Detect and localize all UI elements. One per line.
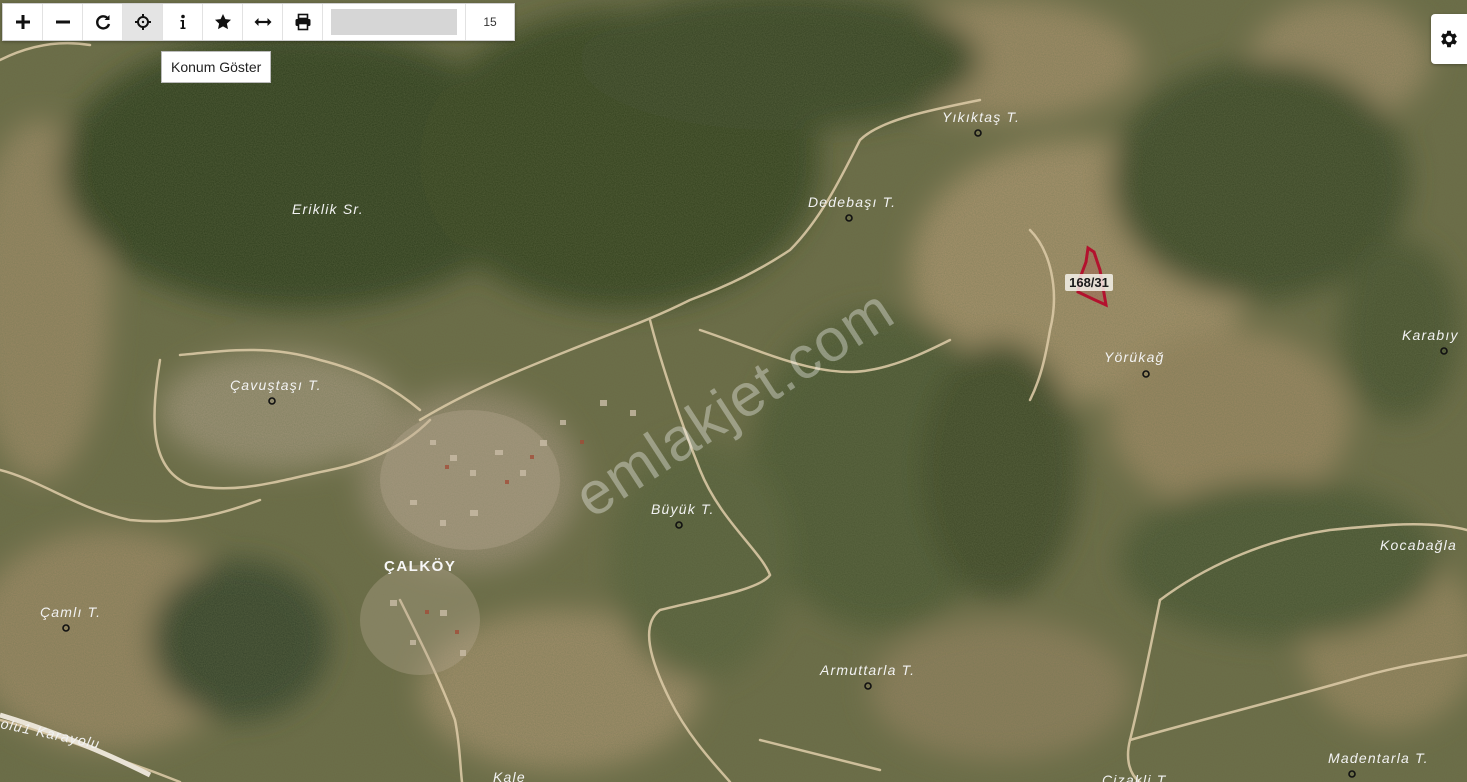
search-input[interactable] [331, 9, 457, 35]
label-madentarla: Madentarla T. [1328, 750, 1429, 766]
favorite-button[interactable] [203, 4, 243, 40]
refresh-button[interactable] [83, 4, 123, 40]
label-yikiktas: Yıkıktaş T. [942, 109, 1020, 125]
info-button[interactable] [163, 4, 203, 40]
measure-button[interactable] [243, 4, 283, 40]
refresh-icon [95, 15, 110, 30]
zoom-out-button[interactable] [43, 4, 83, 40]
zoom-level: 15 [465, 4, 514, 40]
gear-icon [1441, 30, 1457, 48]
label-eriklik: Eriklik Sr. [292, 201, 364, 217]
crosshair-icon [134, 14, 151, 30]
label-yorukag: Yörükağ [1104, 349, 1165, 365]
printer-icon [295, 13, 310, 31]
print-button[interactable] [283, 4, 323, 40]
label-cizakli: Çizakli T. [1102, 772, 1170, 782]
locate-tooltip: Konum Göster [161, 51, 272, 83]
settings-button[interactable] [1431, 14, 1467, 64]
label-karabiy: Karabıy [1402, 327, 1459, 343]
label-kale: Kale [493, 769, 526, 782]
star-icon [214, 14, 231, 30]
label-dedebasi: Dedebaşı T. [808, 194, 896, 210]
minus-icon [55, 20, 70, 24]
plus-icon [15, 15, 30, 29]
map-toolbar: 15 [2, 3, 515, 41]
arrows-horizontal-icon [254, 18, 271, 26]
label-calkoy: ÇALKÖY [384, 558, 456, 575]
satellite-map[interactable]: 168/31 emlakjet.com Yıkıktaş T. Dedebaşı… [0, 0, 1467, 782]
parcel-label[interactable]: 168/31 [1069, 275, 1109, 290]
label-cavustasi: Çavuştaşı T. [230, 377, 322, 393]
zoom-in-button[interactable] [3, 4, 43, 40]
locate-button[interactable] [123, 4, 163, 40]
info-icon [180, 14, 185, 29]
label-buyuk: Büyük T. [651, 501, 715, 517]
label-armuttarla: Armuttarla T. [819, 662, 915, 678]
label-kocabagla: Kocabağla [1380, 537, 1457, 553]
label-camli: Çamlı T. [40, 604, 101, 620]
